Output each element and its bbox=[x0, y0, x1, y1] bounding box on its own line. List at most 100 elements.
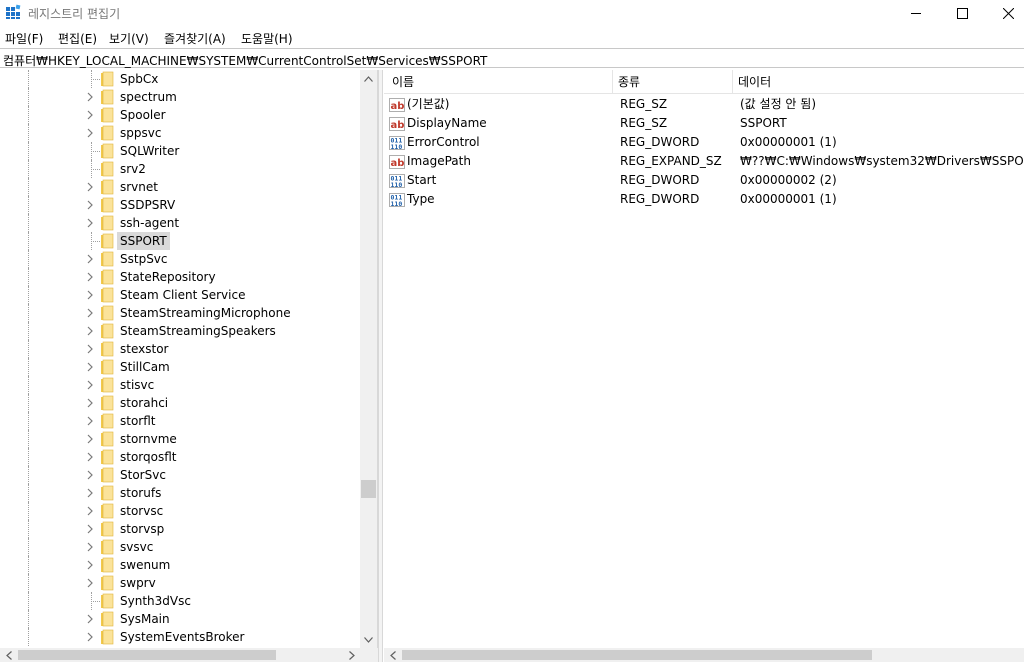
list-horizontal-scroll-thumb[interactable] bbox=[402, 650, 872, 660]
tree-item-label[interactable]: svsvc bbox=[117, 538, 156, 556]
tree-item[interactable]: srv2 bbox=[0, 160, 360, 178]
close-button[interactable] bbox=[985, 0, 1024, 26]
tree-item-label[interactable]: StorSvc bbox=[117, 466, 169, 484]
chevron-right-icon[interactable] bbox=[85, 308, 95, 318]
chevron-right-icon[interactable] bbox=[85, 470, 95, 480]
tree-item[interactable]: SSDPSRV bbox=[0, 196, 360, 214]
tree-item-label[interactable]: storvsc bbox=[117, 502, 166, 520]
list-horizontal-scrollbar[interactable] bbox=[384, 648, 1024, 662]
tree-item-label[interactable]: swenum bbox=[117, 556, 173, 574]
tree-item[interactable]: storflt bbox=[0, 412, 360, 430]
tree-item-label[interactable]: SpbCx bbox=[117, 70, 161, 88]
menu-view[interactable]: 보기(V) bbox=[109, 30, 149, 47]
tree-scroll-left-button[interactable] bbox=[0, 648, 17, 662]
tree-item[interactable]: storvsp bbox=[0, 520, 360, 538]
menu-favorites[interactable]: 즐겨찾기(A) bbox=[164, 30, 226, 47]
tree-horizontal-scroll-thumb[interactable] bbox=[18, 650, 276, 660]
scroll-down-button[interactable] bbox=[360, 631, 377, 648]
chevron-right-icon[interactable] bbox=[85, 434, 95, 444]
tree-item[interactable]: storahci bbox=[0, 394, 360, 412]
menu-file[interactable]: 파일(F) bbox=[5, 30, 43, 47]
tree-item-label[interactable]: SQLWriter bbox=[117, 142, 182, 160]
tree-item[interactable]: SSPORT bbox=[0, 232, 360, 250]
value-list[interactable]: 이름 종류 데이터 ab (기본값) REG_SZ (값 설정 안 됨) ab Displ… bbox=[384, 70, 1024, 648]
tree-item-label[interactable]: swprv bbox=[117, 574, 159, 592]
tree-item-label[interactable]: spectrum bbox=[117, 88, 180, 106]
key-tree[interactable]: SpbCx spectrum Spooler sppsvc SQLWriter srv2 s… bbox=[0, 70, 378, 662]
tree-item-label[interactable]: Synth3dVsc bbox=[117, 592, 194, 610]
tree-item[interactable]: spectrum bbox=[0, 88, 360, 106]
tree-item[interactable]: svsvc bbox=[0, 538, 360, 556]
chevron-right-icon[interactable] bbox=[85, 560, 95, 570]
tree-item-label[interactable]: sppsvc bbox=[117, 124, 164, 142]
chevron-right-icon[interactable] bbox=[85, 218, 95, 228]
tree-vertical-scrollbar[interactable] bbox=[360, 70, 377, 648]
maximize-button[interactable] bbox=[939, 0, 985, 26]
tree-item-label[interactable]: Spooler bbox=[117, 106, 169, 124]
tree-item-label[interactable]: storahci bbox=[117, 394, 171, 412]
tree-item[interactable]: Steam Client Service bbox=[0, 286, 360, 304]
chevron-right-icon[interactable] bbox=[85, 452, 95, 462]
tree-item[interactable]: StateRepository bbox=[0, 268, 360, 286]
tree-item-label[interactable]: StateRepository bbox=[117, 268, 219, 286]
chevron-right-icon[interactable] bbox=[85, 182, 95, 192]
title-bar[interactable]: 레지스트리 편집기 bbox=[0, 0, 1024, 26]
column-header-type[interactable]: 종류 bbox=[613, 70, 733, 94]
tree-item[interactable]: SteamStreamingMicrophone bbox=[0, 304, 360, 322]
scroll-up-button[interactable] bbox=[360, 70, 377, 87]
tree-item[interactable]: SpbCx bbox=[0, 70, 360, 88]
chevron-right-icon[interactable] bbox=[85, 542, 95, 552]
tree-item-label[interactable]: stexstor bbox=[117, 340, 171, 358]
chevron-right-icon[interactable] bbox=[85, 326, 95, 336]
tree-item-label[interactable]: ssh-agent bbox=[117, 214, 182, 232]
tree-item-label[interactable]: SteamStreamingMicrophone bbox=[117, 304, 294, 322]
tree-item[interactable]: stornvme bbox=[0, 430, 360, 448]
chevron-right-icon[interactable] bbox=[85, 344, 95, 354]
tree-vertical-scroll-thumb[interactable] bbox=[361, 480, 376, 498]
tree-scroll-right-button[interactable] bbox=[343, 648, 360, 662]
tree-item[interactable]: swprv bbox=[0, 574, 360, 592]
chevron-right-icon[interactable] bbox=[85, 110, 95, 120]
chevron-right-icon[interactable] bbox=[85, 632, 95, 642]
tree-item[interactable]: sppsvc bbox=[0, 124, 360, 142]
tree-item[interactable]: storvsc bbox=[0, 502, 360, 520]
tree-item-label[interactable]: SSDPSRV bbox=[117, 196, 178, 214]
chevron-right-icon[interactable] bbox=[85, 614, 95, 624]
tree-item-label[interactable]: srvnet bbox=[117, 178, 161, 196]
tree-item[interactable]: swenum bbox=[0, 556, 360, 574]
pane-splitter[interactable] bbox=[378, 70, 383, 662]
tree-item[interactable]: storufs bbox=[0, 484, 360, 502]
chevron-right-icon[interactable] bbox=[85, 200, 95, 210]
tree-item[interactable]: SysMain bbox=[0, 610, 360, 628]
chevron-right-icon[interactable] bbox=[85, 272, 95, 282]
tree-item[interactable]: StillCam bbox=[0, 358, 360, 376]
tree-item-label[interactable]: storflt bbox=[117, 412, 159, 430]
value-row[interactable]: 011 110 ErrorControl REG_DWORD 0x00000001 (1… bbox=[384, 133, 1024, 152]
tree-item-label[interactable]: StillCam bbox=[117, 358, 173, 376]
chevron-right-icon[interactable] bbox=[85, 524, 95, 534]
tree-horizontal-scrollbar[interactable] bbox=[0, 648, 378, 662]
tree-item[interactable]: SystemEventsBroker bbox=[0, 628, 360, 646]
tree-item[interactable]: SQLWriter bbox=[0, 142, 360, 160]
chevron-right-icon[interactable] bbox=[85, 488, 95, 498]
tree-item[interactable]: ssh-agent bbox=[0, 214, 360, 232]
value-row[interactable]: ab (기본값) REG_SZ (값 설정 안 됨) bbox=[384, 95, 1024, 114]
tree-item-label[interactable]: srv2 bbox=[117, 160, 149, 178]
chevron-right-icon[interactable] bbox=[85, 362, 95, 372]
tree-item[interactable]: Synth3dVsc bbox=[0, 592, 360, 610]
minimize-button[interactable] bbox=[893, 0, 939, 26]
value-row[interactable]: 011 110 Start REG_DWORD 0x00000002 (2) bbox=[384, 171, 1024, 190]
chevron-right-icon[interactable] bbox=[85, 92, 95, 102]
tree-item[interactable]: SteamStreamingSpeakers bbox=[0, 322, 360, 340]
address-path[interactable]: 컴퓨터₩HKEY_LOCAL_MACHINE₩SYSTEM₩CurrentCon… bbox=[3, 52, 487, 69]
tree-item-label[interactable]: storqosflt bbox=[117, 448, 180, 466]
tree-item[interactable]: storqosflt bbox=[0, 448, 360, 466]
tree-item-label[interactable]: SystemEventsBroker bbox=[117, 628, 247, 646]
tree-item-label[interactable]: storufs bbox=[117, 484, 164, 502]
chevron-right-icon[interactable] bbox=[85, 128, 95, 138]
tree-item-label[interactable]: stisvc bbox=[117, 376, 157, 394]
chevron-right-icon[interactable] bbox=[85, 254, 95, 264]
tree-item[interactable]: SstpSvc bbox=[0, 250, 360, 268]
tree-item-label[interactable]: Steam Client Service bbox=[117, 286, 248, 304]
column-header-name[interactable]: 이름 bbox=[387, 70, 613, 94]
